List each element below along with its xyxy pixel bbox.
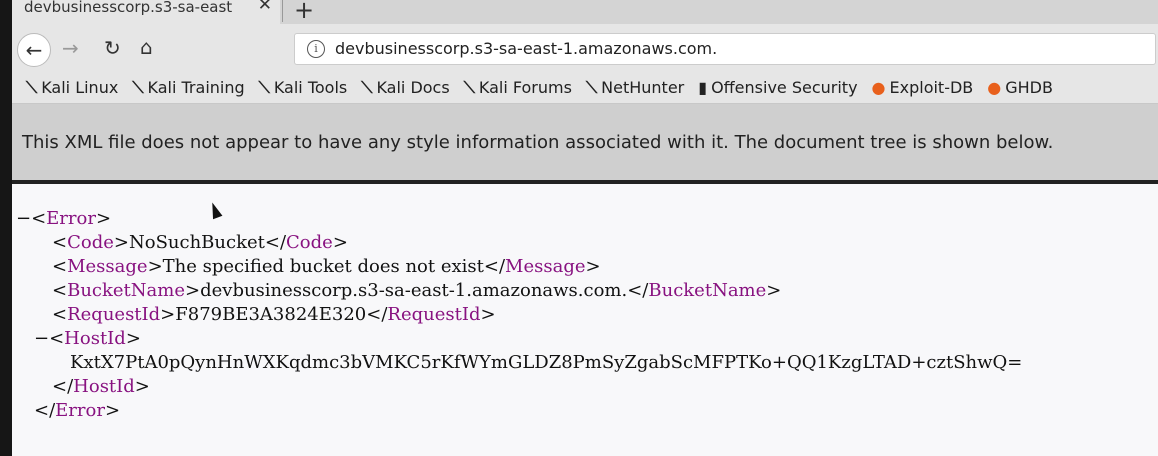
ghdb-icon: ●: [987, 78, 1002, 97]
xml-bucket-name: <BucketName>devbusinesscorp.s3-sa-east-1…: [52, 280, 782, 301]
new-tab-button[interactable]: +: [294, 0, 314, 24]
xml-host-id-open[interactable]: −<HostId>: [16, 327, 1022, 351]
xml-tree: −<Error> <Code>NoSuchBucket</Code> <Mess…: [16, 207, 1022, 423]
bookmark-label: Kali Tools: [273, 77, 348, 97]
offsec-icon: ▮: [698, 78, 708, 97]
bookmark-label: Kali Docs: [376, 77, 450, 97]
tag: RequestId: [387, 304, 481, 325]
bookmark-kali-forums[interactable]: ⟍ Kali Forums: [464, 78, 572, 98]
bookmark-exploit-db[interactable]: ● Exploit-DB: [872, 78, 974, 97]
xml-code: <Code>NoSuchBucket</Code>: [52, 232, 348, 253]
xml-host-id-close: </HostId>: [52, 376, 150, 397]
tag: Error: [55, 400, 105, 421]
bookmark-label: Offensive Security: [711, 78, 858, 97]
kali-icon: ⟍: [258, 77, 270, 97]
bookmark-nethunter[interactable]: ⟍ NetHunter: [586, 78, 684, 98]
url-bar[interactable]: i devbusinesscorp.s3-sa-east-1.amazonaws.…: [294, 33, 1156, 65]
info-icon[interactable]: i: [307, 40, 325, 58]
bookmark-kali-docs[interactable]: ⟍ Kali Docs: [361, 78, 449, 98]
url-text: devbusinesscorp.s3-sa-east-1.amazonaws.c…: [335, 39, 718, 58]
tag: BucketName: [648, 280, 767, 301]
xml-info-banner: This XML file does not appear to have an…: [12, 104, 1158, 184]
left-edge: [0, 0, 12, 456]
bookmark-kali-linux[interactable]: ⟍ Kali Linux: [26, 78, 118, 98]
bookmark-label: Kali Forums: [478, 77, 572, 97]
value: The specified bucket does not exist: [162, 256, 484, 277]
tag: BucketName: [67, 280, 185, 301]
exploit-db-icon: ●: [871, 78, 886, 97]
back-button[interactable]: ←: [17, 33, 51, 67]
tag: Message: [505, 256, 586, 277]
kali-icon: ⟍: [361, 77, 373, 97]
tag: Code: [67, 232, 114, 253]
bookmark-label: Exploit-DB: [889, 78, 974, 97]
tag: HostId: [64, 328, 126, 349]
close-tab-icon[interactable]: ✕: [258, 0, 272, 14]
bookmarks-bar: ⟍ Kali Linux ⟍ Kali Training ⟍ Kali Tools ⟍…: [12, 72, 1158, 104]
value: NoSuchBucket: [128, 232, 265, 253]
tab-divider: [282, 0, 283, 22]
tag: HostId: [73, 376, 135, 397]
kali-icon: ⟍: [132, 77, 144, 97]
reload-button[interactable]: ↻: [104, 36, 121, 60]
bookmark-kali-training[interactable]: ⟍ Kali Training: [132, 78, 244, 98]
value: F879BE3A3824E320: [175, 304, 367, 325]
forward-button[interactable]: →: [62, 36, 79, 60]
kali-icon: ⟍: [26, 77, 38, 97]
xml-request-id: <RequestId>F879BE3A3824E320</RequestId>: [52, 304, 496, 325]
bookmark-label: NetHunter: [601, 77, 685, 97]
tab-bar: devbusinesscorp.s3-sa-east ✕ +: [12, 0, 1158, 24]
bookmark-label: Kali Training: [147, 77, 245, 97]
kali-icon: ⟍: [585, 77, 598, 97]
xml-error-open[interactable]: −<Error>: [16, 207, 1022, 231]
browser-tab[interactable]: devbusinesscorp.s3-sa-east ✕: [12, 0, 280, 24]
tag: Message: [67, 256, 148, 277]
bookmark-offensive-security[interactable]: ▮ Offensive Security: [698, 78, 857, 97]
bookmark-kali-tools[interactable]: ⟍ Kali Tools: [259, 78, 348, 98]
value: devbusinesscorp.s3-sa-east-1.amazonaws.c…: [200, 280, 628, 301]
kali-icon: ⟍: [463, 77, 475, 97]
bookmark-label: GHDB: [1005, 78, 1053, 97]
tag: Code: [286, 232, 333, 253]
tag: RequestId: [67, 304, 161, 325]
xml-message: <Message>The specified bucket does not e…: [52, 256, 601, 277]
tab-title: devbusinesscorp.s3-sa-east: [24, 0, 233, 16]
xml-error-close: </Error>: [34, 400, 121, 421]
xml-host-id-value: KxtX7PtA0pQynHnWXKqdmc3bVMKC5rKfWYmGLDZ8…: [70, 352, 1023, 373]
tag: Error: [46, 208, 96, 229]
navigation-bar: ← → ↻ ⌂ i devbusinesscorp.s3-sa-east-1.am…: [12, 24, 1158, 72]
bookmark-label: Kali Linux: [41, 77, 119, 97]
bookmark-ghdb[interactable]: ● GHDB: [987, 78, 1053, 97]
home-button[interactable]: ⌂: [140, 35, 153, 59]
